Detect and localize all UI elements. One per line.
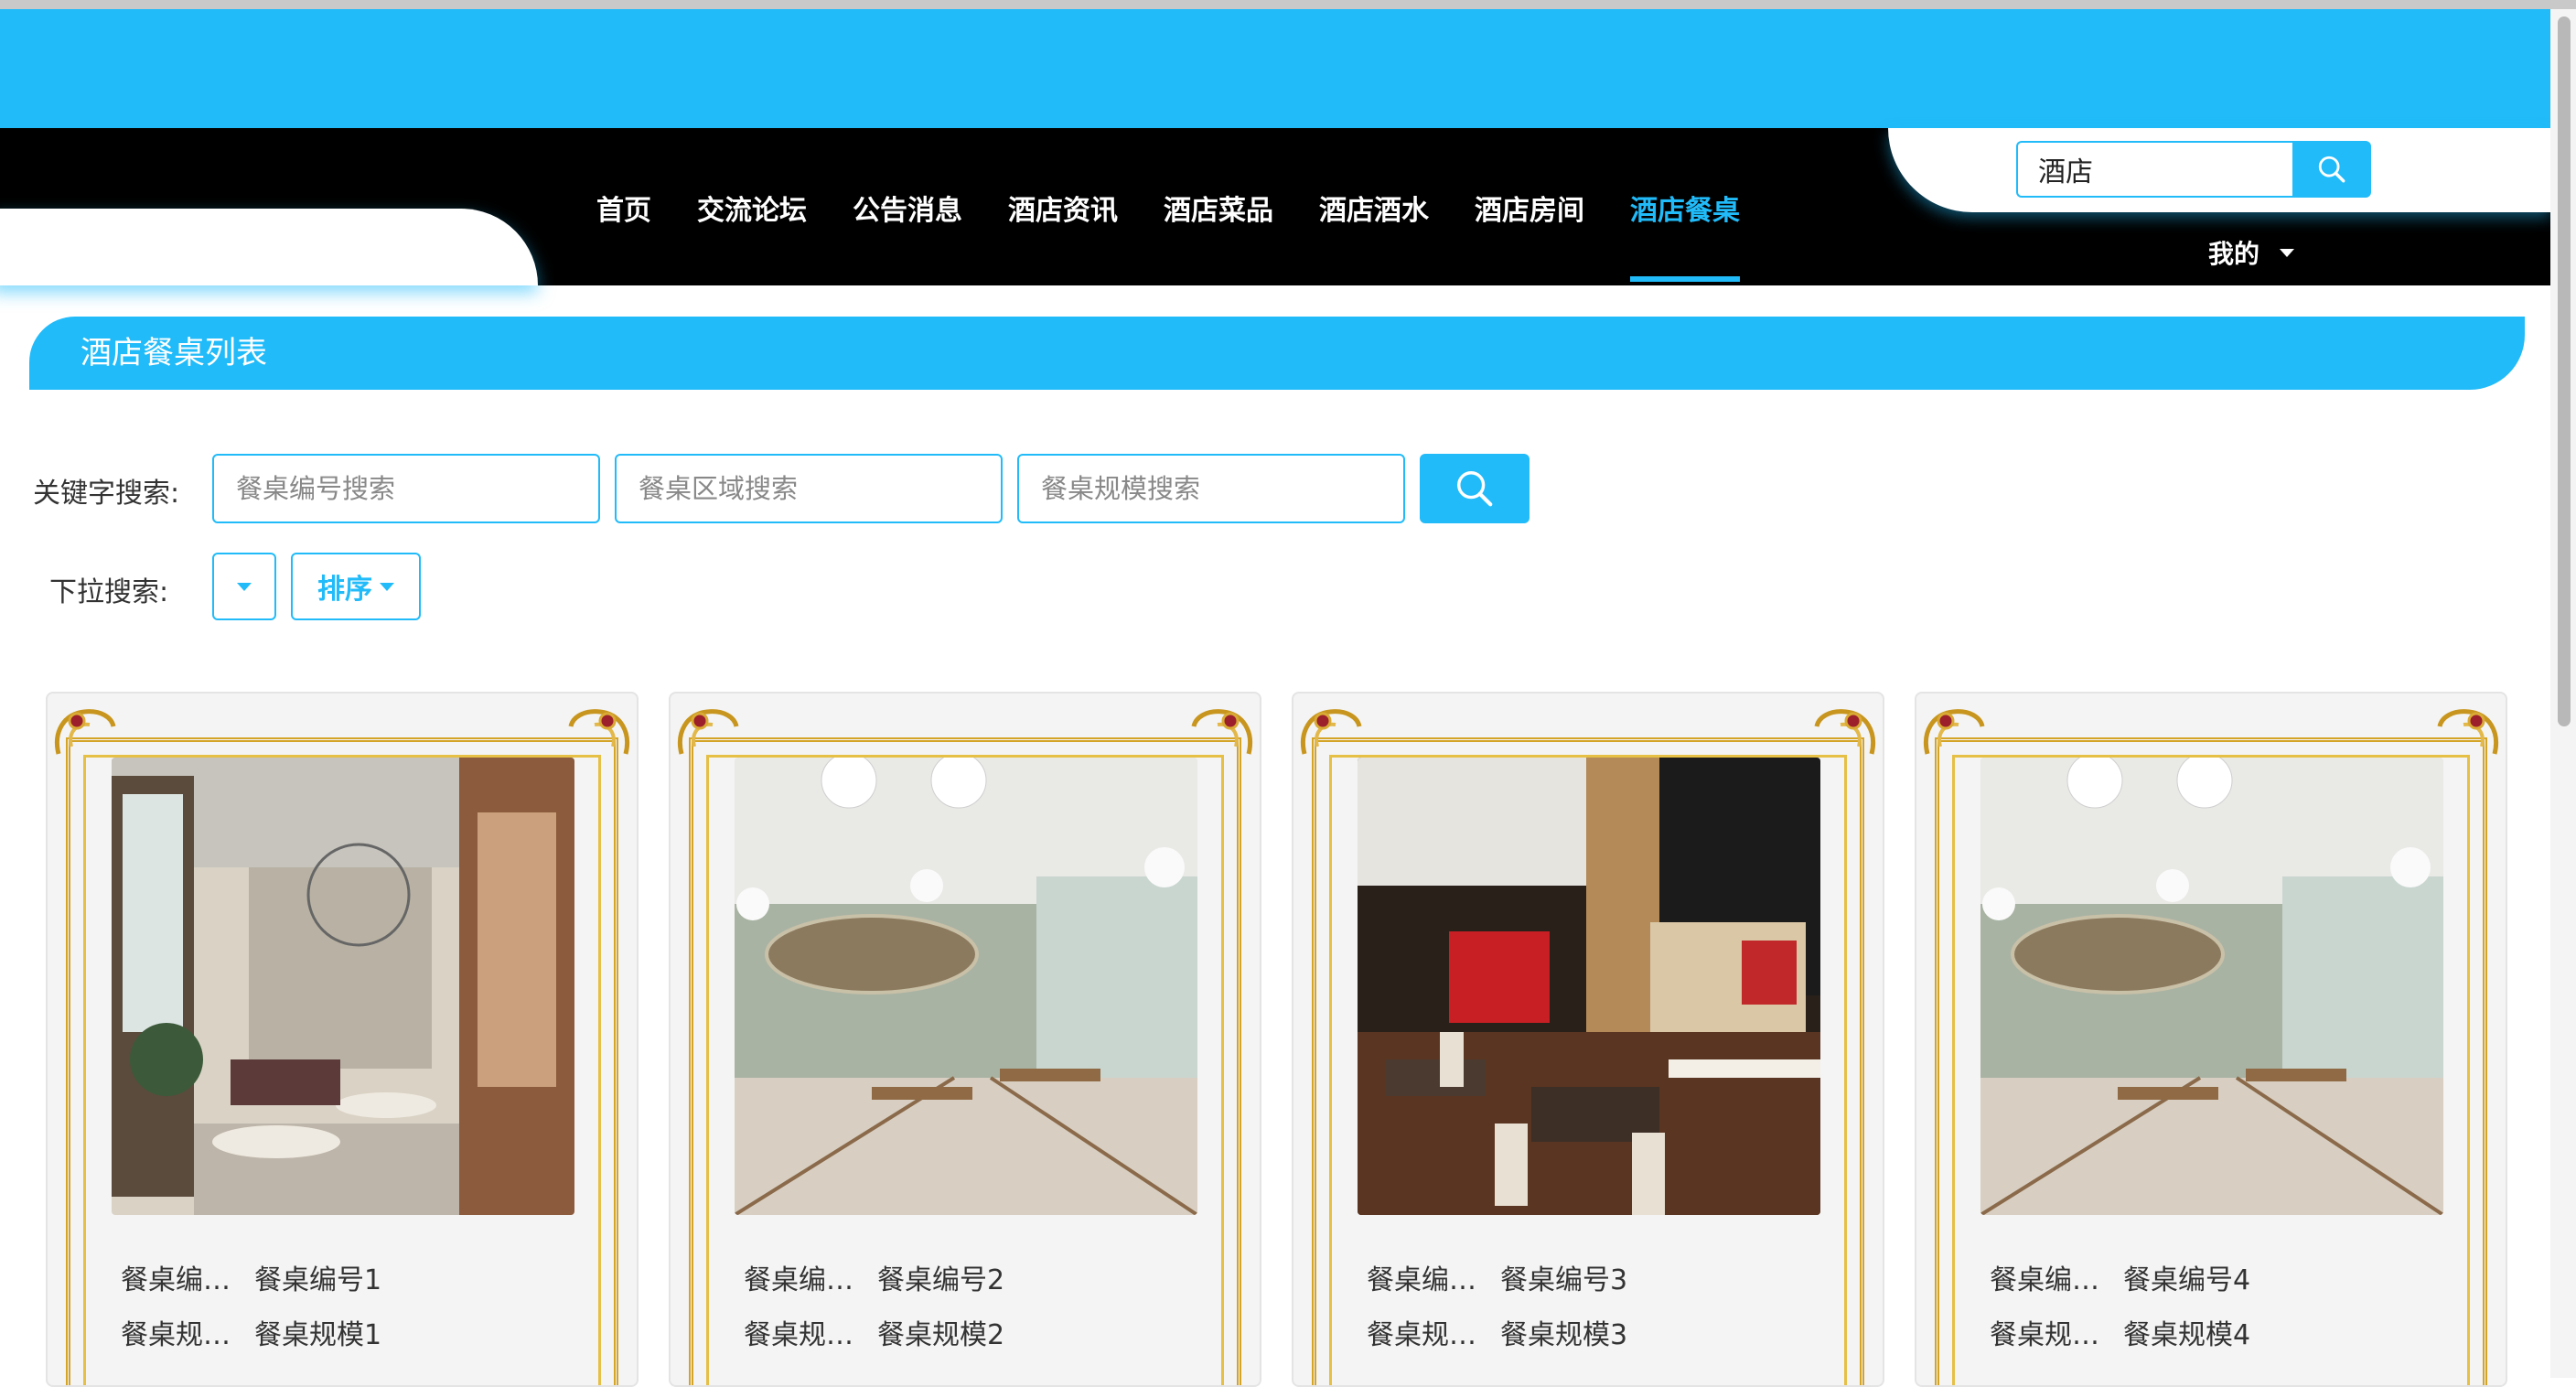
- table-size-row: 餐桌规… 餐桌规模1: [121, 1312, 381, 1352]
- keyword-search-label: 关键字搜索:: [33, 478, 180, 510]
- table-number-label: 餐桌编…: [121, 1264, 231, 1296]
- table-number-search-input[interactable]: [212, 454, 600, 523]
- search-icon: [2318, 156, 2345, 183]
- scrollbar-thumb[interactable]: [2558, 16, 2571, 726]
- sort-dropdown[interactable]: 排序: [291, 553, 421, 620]
- nav-item-hotel-rooms[interactable]: 酒店房间: [1475, 188, 1584, 280]
- ornament-right-icon: [1191, 709, 1252, 755]
- my-account-label: 我的: [2208, 239, 2260, 269]
- table-size-row: 餐桌规… 餐桌规模4: [1990, 1312, 2250, 1352]
- table-number-label: 餐桌编…: [1990, 1264, 2099, 1296]
- table-number-row: 餐桌编… 餐桌编号4: [1990, 1257, 2250, 1297]
- table-number-value: 餐桌编号2: [877, 1264, 1005, 1296]
- caret-down-icon: [380, 582, 394, 591]
- table-number-row: 餐桌编… 餐桌编号1: [121, 1257, 381, 1297]
- sort-label: 排序: [317, 574, 372, 606]
- table-photo[interactable]: [735, 758, 1197, 1215]
- window-top-edge: [0, 0, 2576, 9]
- table-number-value: 餐桌编号3: [1500, 1264, 1628, 1296]
- ornament-left-icon: [1301, 709, 1362, 755]
- ornament-left-icon: [55, 709, 116, 755]
- nav-item-hotel-drinks[interactable]: 酒店酒水: [1319, 188, 1429, 280]
- global-search-input[interactable]: [2016, 141, 2292, 198]
- nav-item-announcements[interactable]: 公告消息: [853, 188, 962, 280]
- table-size-value: 餐桌规模2: [877, 1319, 1005, 1351]
- table-size-value: 餐桌规模4: [2123, 1319, 2251, 1351]
- table-area-search-input[interactable]: [615, 454, 1003, 523]
- table-card[interactable]: 餐桌编… 餐桌编号4 餐桌规… 餐桌规模4: [1915, 692, 2507, 1387]
- table-card[interactable]: 餐桌编… 餐桌编号3 餐桌规… 餐桌规模3: [1292, 692, 1884, 1387]
- filter-dropdown[interactable]: [212, 553, 276, 620]
- table-number-value: 餐桌编号1: [254, 1264, 382, 1296]
- table-number-row: 餐桌编… 餐桌编号3: [1367, 1257, 1627, 1297]
- dropdown-search-label: 下拉搜索:: [49, 576, 169, 608]
- table-photo[interactable]: [1980, 758, 2443, 1215]
- caret-down-icon: [237, 582, 252, 591]
- table-size-label: 餐桌规…: [744, 1319, 853, 1351]
- table-size-label: 餐桌规…: [1990, 1319, 2099, 1351]
- global-search: [2016, 141, 2371, 198]
- table-number-value: 餐桌编号4: [2123, 1264, 2251, 1296]
- table-size-value: 餐桌规模1: [254, 1319, 382, 1351]
- table-number-label: 餐桌编…: [1367, 1264, 1476, 1296]
- table-size-search-input[interactable]: [1017, 454, 1405, 523]
- table-size-label: 餐桌规…: [1367, 1319, 1476, 1351]
- table-number-label: 餐桌编…: [744, 1264, 853, 1296]
- nav-item-home[interactable]: 首页: [596, 188, 651, 280]
- table-card[interactable]: 餐桌编… 餐桌编号2 餐桌规… 餐桌规模2: [669, 692, 1261, 1387]
- nav-item-forum[interactable]: 交流论坛: [697, 188, 807, 280]
- logo-area: [0, 209, 538, 285]
- table-size-label: 餐桌规…: [121, 1319, 231, 1351]
- ornament-right-icon: [2437, 709, 2498, 755]
- table-size-row: 餐桌规… 餐桌规模2: [744, 1312, 1004, 1352]
- header-banner: [0, 9, 2550, 128]
- ornament-left-icon: [1924, 709, 1985, 755]
- search-button[interactable]: [1420, 454, 1530, 523]
- table-size-row: 餐桌规… 餐桌规模3: [1367, 1312, 1627, 1352]
- nav-item-hotel-tables[interactable]: 酒店餐桌: [1630, 188, 1740, 282]
- table-photo[interactable]: [112, 758, 574, 1215]
- table-card[interactable]: 餐桌编… 餐桌编号1 餐桌规… 餐桌规模1: [46, 692, 639, 1387]
- table-number-row: 餐桌编… 餐桌编号2: [744, 1257, 1004, 1297]
- global-search-button[interactable]: [2292, 141, 2371, 198]
- ornament-left-icon: [678, 709, 739, 755]
- table-photo[interactable]: [1358, 758, 1820, 1215]
- table-size-value: 餐桌规模3: [1500, 1319, 1628, 1351]
- ornament-right-icon: [1814, 709, 1875, 755]
- main-nav: 首页 交流论坛 公告消息 酒店资讯 酒店菜品 酒店酒水 酒店房间 酒店餐桌: [596, 188, 1786, 282]
- ornament-right-icon: [568, 709, 629, 755]
- section-title: 酒店餐桌列表: [29, 317, 2525, 390]
- nav-item-hotel-dishes[interactable]: 酒店菜品: [1164, 188, 1273, 280]
- caret-down-icon: [2280, 248, 2295, 257]
- search-icon: [1457, 471, 1493, 507]
- nav-item-hotel-news[interactable]: 酒店资讯: [1008, 188, 1118, 280]
- my-account-menu[interactable]: 我的: [2208, 234, 2295, 271]
